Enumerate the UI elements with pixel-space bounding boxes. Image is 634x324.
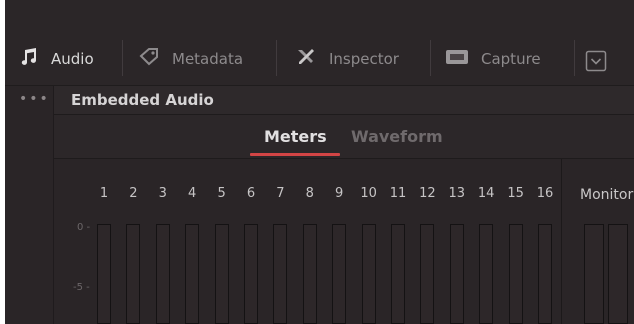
channel-meter-bar [479, 224, 494, 324]
toolbar-capture-label: Capture [481, 50, 541, 68]
top-toolbar: Audio Metadata Inspector Capture [5, 0, 634, 86]
channel-label: 13 [448, 186, 466, 201]
channel-meter-bar [391, 224, 405, 324]
channel-meter-bar [244, 224, 258, 324]
toolbar-metadata[interactable]: Metadata [138, 44, 243, 74]
chevron-down-icon [585, 50, 607, 76]
scale-tick-minus5: -5 - [73, 282, 90, 293]
channel-meter-bar [273, 224, 288, 324]
active-tab-indicator [250, 153, 340, 156]
toolbar-audio[interactable]: Audio [19, 44, 94, 74]
toolbar-audio-label: Audio [51, 50, 94, 68]
toolbar-capture[interactable]: Capture [445, 44, 541, 74]
tab-waveform[interactable]: Waveform [351, 127, 443, 146]
toolbar-inspector-label: Inspector [329, 50, 399, 68]
channel-label: 6 [246, 186, 256, 201]
audio-panel-window: Audio Metadata Inspector Capture ••• Emb… [5, 0, 634, 324]
channel-meter-bar [302, 224, 317, 324]
channel-label: 14 [477, 186, 495, 201]
channel-meter-bar [361, 224, 376, 324]
tag-icon [138, 47, 160, 71]
left-rail [5, 86, 54, 324]
monitor-meter-bar [584, 224, 604, 324]
ellipsis-icon[interactable]: ••• [19, 91, 50, 107]
channel-meter-bar [449, 224, 464, 324]
channel-meter-bar [185, 224, 200, 324]
toolbar-separator [430, 40, 431, 76]
channel-label: 8 [305, 186, 314, 201]
toolbar-separator [276, 40, 277, 76]
scale-tick-0: 0 - [77, 222, 91, 233]
monitor-label: Monitor [580, 187, 634, 203]
channel-meter-bar [538, 224, 552, 324]
monitor-meter-bar [608, 224, 628, 324]
toolbar-separator [574, 40, 575, 76]
tab-meters[interactable]: Meters [264, 127, 327, 146]
channel-label: 16 [536, 186, 554, 201]
monitor-section: Monitor [562, 159, 634, 324]
capture-card-icon [445, 49, 469, 69]
channel-label: 12 [419, 186, 436, 201]
channel-meter-bar [420, 224, 435, 324]
channel-label: 5 [217, 186, 226, 201]
channel-label: 7 [276, 186, 285, 201]
toolbar-separator [122, 40, 123, 76]
music-note-icon [19, 47, 39, 71]
channel-meter-bar [332, 224, 347, 324]
channel-meter-bar [214, 224, 229, 324]
channel-meter-bar [508, 224, 523, 324]
channel-label: 15 [507, 186, 524, 201]
tab-bar: Meters Waveform [54, 115, 634, 159]
channel-meter-bar [155, 224, 170, 324]
channel-label: 2 [129, 186, 138, 201]
channel-meter-bar [97, 224, 111, 324]
toolbar-inspector[interactable]: Inspector [295, 44, 399, 74]
wrench-screwdriver-icon [295, 46, 317, 72]
channel-label: 3 [158, 186, 167, 201]
channel-label: 4 [188, 186, 197, 201]
toolbar-dropdown-button[interactable] [585, 48, 607, 78]
channel-label: 10 [360, 186, 377, 201]
channel-label: 9 [335, 186, 344, 201]
channel-label: 1 [99, 186, 109, 201]
channel-meter-bar [126, 224, 141, 324]
toolbar-metadata-label: Metadata [172, 50, 244, 68]
channel-label: 11 [389, 186, 407, 201]
panel-title: Embedded Audio [71, 91, 214, 109]
panel-header: Embedded Audio [54, 86, 634, 115]
